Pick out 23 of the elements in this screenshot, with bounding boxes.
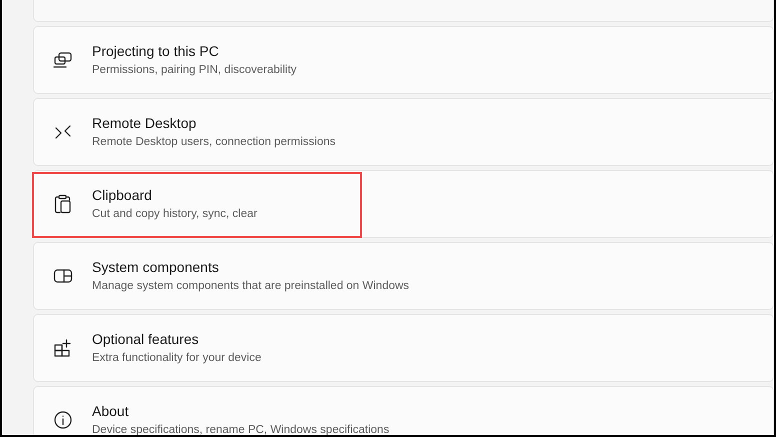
setting-description: Manage system components that are preinstalled on Windows	[92, 279, 410, 294]
setting-description: Extra functionality for your device	[92, 351, 262, 366]
clipboard-icon	[54, 194, 72, 214]
panel-icon	[53, 268, 73, 284]
setting-title: Projecting to this PC	[92, 42, 220, 60]
screens-icon	[53, 51, 73, 69]
setting-title: System components	[92, 258, 220, 276]
settings-card[interactable]: Remote Desktop Remote Desktop users, connection permissions	[33, 98, 774, 166]
setting-title: Clipboard	[92, 186, 153, 204]
settings-card[interactable]: Optional features Extra functionality for your device	[33, 314, 774, 382]
setting-title: About	[92, 402, 130, 420]
setting-title: Optional features	[92, 330, 200, 348]
remote-icon	[54, 123, 72, 141]
info-icon	[53, 410, 73, 430]
settings-card[interactable]	[33, 0, 774, 22]
settings-card[interactable]: Projecting to this PC Permissions, pairing PIN, discoverability	[33, 26, 774, 94]
add-apps-icon	[53, 338, 73, 358]
settings-card[interactable]: System components Manage system components that are preinstalled on Windows	[33, 242, 774, 310]
setting-description: Permissions, pairing PIN, discoverability	[92, 63, 297, 78]
setting-description: Cut and copy history, sync, clear	[92, 207, 258, 222]
setting-description: Remote Desktop users, connection permissions	[92, 135, 336, 150]
setting-title: Remote Desktop	[92, 114, 198, 132]
settings-card[interactable]: Clipboard Cut and copy history, sync, clear	[33, 170, 774, 238]
